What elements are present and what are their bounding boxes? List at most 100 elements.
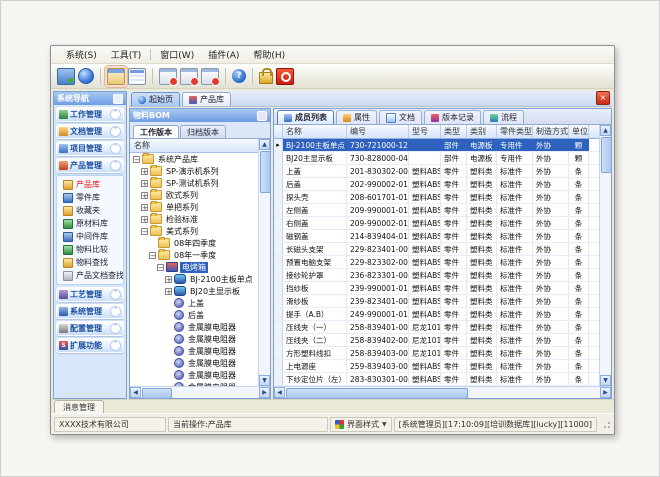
scroll-right-icon[interactable]: ▶ xyxy=(259,387,270,398)
menu-item-1[interactable]: 系统(S) xyxy=(59,47,104,62)
window-badge-icon-2[interactable] xyxy=(180,68,198,85)
sidebar-group-1[interactable]: 工作管理˅ xyxy=(56,107,124,122)
tree-node[interactable]: 08年四季度 xyxy=(130,237,258,249)
chevron-down-icon[interactable]: ˅ xyxy=(110,143,121,154)
table-row[interactable]: 下纱定位片（左）283-830301-00X塑料ABS零件塑料类标准件外协条 xyxy=(274,373,599,386)
scroll-right-icon[interactable]: ▶ xyxy=(600,387,611,398)
table-row[interactable]: 上盖201-830302-00X塑料ABS零件塑料类标准件外协条 xyxy=(274,165,599,178)
tree-vertical-scrollbar[interactable]: ▲ ▼ xyxy=(258,139,270,386)
expand-icon[interactable]: + xyxy=(141,216,148,223)
scroll-down-icon[interactable]: ▼ xyxy=(259,375,270,386)
help-icon[interactable] xyxy=(232,69,246,83)
tree-node[interactable]: +SP-测试机系列 xyxy=(130,177,258,189)
tree-horizontal-scrollbar[interactable]: ◀ ▶ xyxy=(130,386,270,398)
scroll-up-icon[interactable]: ▲ xyxy=(600,125,611,136)
resize-grip[interactable] xyxy=(601,419,611,429)
scroll-down-icon[interactable]: ▼ xyxy=(600,375,611,386)
sidebar-item-6[interactable]: 物料比较 xyxy=(57,243,123,256)
bom-tab-1[interactable]: 工作版本 xyxy=(133,125,179,138)
sidebar-collapse-icon[interactable] xyxy=(113,94,123,104)
table-row[interactable]: BJ20主显示板730-828000-04X部件电源板专用件外协颗 xyxy=(274,152,599,165)
expand-icon[interactable]: + xyxy=(141,168,148,175)
sidebar-group-6[interactable]: 系统管理˅ xyxy=(56,304,124,319)
tree-node[interactable]: 后盖 xyxy=(130,309,258,321)
sidebar-item-2[interactable]: 零件库 xyxy=(57,191,123,204)
table-row[interactable]: 接纱轮护罩236-823301-00X塑料ABS零件塑料类标准件外协条 xyxy=(274,269,599,282)
tree-node[interactable]: −08年一季度 xyxy=(130,249,258,261)
table-row[interactable]: 右侧盖209-990002-01X塑料ABS零件塑料类标准件外协条 xyxy=(274,217,599,230)
column-header-7[interactable]: 制造方式 xyxy=(533,125,569,138)
detail-tab-5[interactable]: 流程 xyxy=(483,110,524,124)
column-header-3[interactable]: 型号 xyxy=(409,125,441,138)
table-row[interactable]: 左侧盖209-990001-01X塑料ABS零件塑料类标准件外协条 xyxy=(274,204,599,217)
table-horizontal-scrollbar[interactable]: ◀ ▶ xyxy=(274,386,611,398)
table-row[interactable]: 长磁头支架229-823401-00X塑料ABS零件塑料类标准件外协条 xyxy=(274,243,599,256)
bom-panel-menu-icon[interactable] xyxy=(257,111,267,121)
menu-item-2[interactable]: 工具(T) xyxy=(104,47,149,62)
sidebar-group-4[interactable]: 产品管理˄ xyxy=(56,158,124,173)
tree-node[interactable]: 金属膜电阻器 xyxy=(130,333,258,345)
sidebar-group-3[interactable]: 项目管理˅ xyxy=(56,141,124,156)
expand-icon[interactable]: + xyxy=(141,192,148,199)
chevron-up-icon[interactable]: ˄ xyxy=(110,160,121,171)
table-row[interactable]: 滑纱板239-823401-00X塑料ABS零件塑料类标准件外协条 xyxy=(274,295,599,308)
sidebar-item-4[interactable]: 原材料库 xyxy=(57,217,123,230)
tab-product-library[interactable]: 产品库 xyxy=(182,92,231,106)
collapse-icon[interactable]: − xyxy=(157,264,164,271)
report-window-icon[interactable] xyxy=(128,68,146,85)
chevron-down-icon[interactable]: ˅ xyxy=(110,126,121,137)
tree-node[interactable]: 金属膜电阻器 xyxy=(130,369,258,381)
sidebar-group-2[interactable]: 文档管理˅ xyxy=(56,124,124,139)
detail-tab-1[interactable]: 成员列表 xyxy=(277,110,334,124)
menu-item-3[interactable]: 窗口(W) xyxy=(153,47,201,62)
expand-icon[interactable]: + xyxy=(141,204,148,211)
tree-node[interactable]: +SP-演示机系列 xyxy=(130,165,258,177)
scroll-up-icon[interactable]: ▲ xyxy=(259,139,270,150)
table-row[interactable]: 压线夹（二）258-839402-00X尼龙1010零件塑料类标准件外协条 xyxy=(274,334,599,347)
table-row[interactable]: 方形塑料线扣258-839403-00X尼龙1010零件塑料类标准件外协条 xyxy=(274,347,599,360)
folder-window-icon[interactable] xyxy=(107,68,125,85)
table-row[interactable]: 压线夹（一）258-839401-00X尼龙1010零件塑料类标准件外协条 xyxy=(274,321,599,334)
sidebar-item-7[interactable]: 物料查找 xyxy=(57,256,123,269)
table-row[interactable]: 上电源座259-839403-00X塑料ABS零件塑料类标准件外协条 xyxy=(274,360,599,373)
sidebar-item-8[interactable]: 产品文档查找 xyxy=(57,269,123,282)
scrollbar-thumb[interactable] xyxy=(286,388,468,399)
scrollbar-thumb[interactable] xyxy=(260,151,271,193)
message-tab[interactable]: 消息管理 xyxy=(54,400,104,413)
chevron-down-icon[interactable]: ˅ xyxy=(110,340,121,351)
column-header-5[interactable]: 类别 xyxy=(467,125,497,138)
column-header-2[interactable]: 编号 xyxy=(347,125,409,138)
tree-column-header[interactable]: 名称 xyxy=(130,139,258,153)
tree-node[interactable]: +欧式系列 xyxy=(130,189,258,201)
globe-icon[interactable] xyxy=(78,68,94,84)
column-header-8[interactable]: 单位 xyxy=(569,125,589,138)
ui-style-dropdown[interactable]: 界面样式 ▼ xyxy=(330,417,392,432)
detail-tab-4[interactable]: 版本记录 xyxy=(424,110,481,124)
bom-tab-2[interactable]: 归档版本 xyxy=(180,125,226,138)
expand-icon[interactable]: + xyxy=(141,180,148,187)
tree-node[interactable]: 上盖 xyxy=(130,297,258,309)
table-row[interactable]: 挡纱板239-990001-01X塑料ABS零件塑料类标准件外协条 xyxy=(274,282,599,295)
scroll-left-icon[interactable]: ◀ xyxy=(130,387,141,398)
table-row[interactable]: 磁钢盖214-839404-01X塑料ABS零件塑料类标准件外协条 xyxy=(274,230,599,243)
tree-node[interactable]: +检验标准 xyxy=(130,213,258,225)
sidebar-group-8[interactable]: S扩展功能˅ xyxy=(56,338,124,353)
column-header-4[interactable]: 类型 xyxy=(441,125,467,138)
tree-node[interactable]: −系统产品库 xyxy=(130,153,258,165)
tree-node[interactable]: +BJ-2100主板单点 xyxy=(130,273,258,285)
logout-icon[interactable] xyxy=(276,68,294,85)
window-badge-icon-3[interactable] xyxy=(201,68,219,85)
sidebar-item-3[interactable]: 收藏夹 xyxy=(57,204,123,217)
sidebar-group-7[interactable]: 配置管理˅ xyxy=(56,321,124,336)
table-row[interactable]: 探头壳208-601701-01X塑料ABS零件塑料类标准件外协条 xyxy=(274,191,599,204)
tree-node[interactable]: 金属膜电阻器 xyxy=(130,357,258,369)
tree-node[interactable]: 金属膜电阻器 xyxy=(130,345,258,357)
table-vertical-scrollbar[interactable]: ▲ ▼ xyxy=(599,125,611,386)
monitor-icon[interactable] xyxy=(57,68,75,85)
menu-item-4[interactable]: 插件(A) xyxy=(201,47,246,62)
sidebar-item-1[interactable]: 产品库 xyxy=(57,178,123,191)
column-header-1[interactable]: 名称 xyxy=(283,125,347,138)
detail-tab-3[interactable]: 文档 xyxy=(379,110,422,124)
tab-home[interactable]: 起始页 xyxy=(131,92,180,106)
scroll-left-icon[interactable]: ◀ xyxy=(274,387,285,398)
